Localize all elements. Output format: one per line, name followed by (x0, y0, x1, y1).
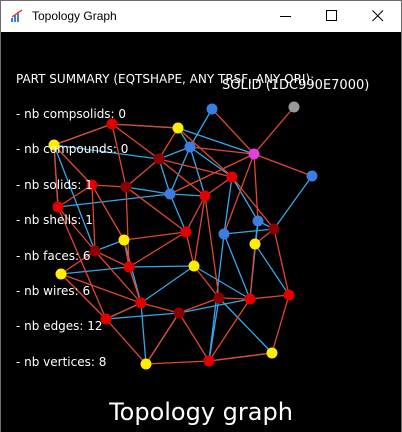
title-bar[interactable]: Topology Graph (1, 1, 401, 33)
summary-line: - nb vertices: 8 (16, 354, 107, 369)
part-summary: PART SUMMARY (EQTSHAPE, ANY TRSF, ANY OR… (16, 50, 314, 392)
graph-viewport[interactable]: PART SUMMARY (EQTSHAPE, ANY TRSF, ANY OR… (1, 32, 401, 432)
app-logo-icon (11, 9, 23, 22)
maximize-button[interactable] (309, 1, 355, 32)
solid-label: SOLID (1DC990E7000) (222, 78, 370, 93)
minimize-button[interactable] (263, 1, 309, 32)
summary-line: - nb edges: 12 (16, 319, 103, 334)
summary-line: - nb compsolids: 0 (16, 106, 127, 121)
maximize-icon (326, 10, 337, 21)
topology-graph-window: Topology Graph PART SUMMARY (EQTSHAPE, A… (0, 0, 402, 432)
window-title: Topology Graph (32, 9, 117, 23)
close-button[interactable] (355, 1, 401, 32)
summary-line: - nb solids: 1 (16, 177, 93, 192)
minimize-icon (280, 16, 291, 17)
graph-caption: Topology graph (109, 398, 293, 426)
summary-line: - nb faces: 6 (16, 248, 91, 263)
close-icon (372, 10, 384, 22)
summary-line: - nb compounds: 0 (16, 142, 129, 157)
summary-line: - nb shells: 1 (16, 213, 93, 228)
summary-line: - nb wires: 6 (16, 283, 91, 298)
